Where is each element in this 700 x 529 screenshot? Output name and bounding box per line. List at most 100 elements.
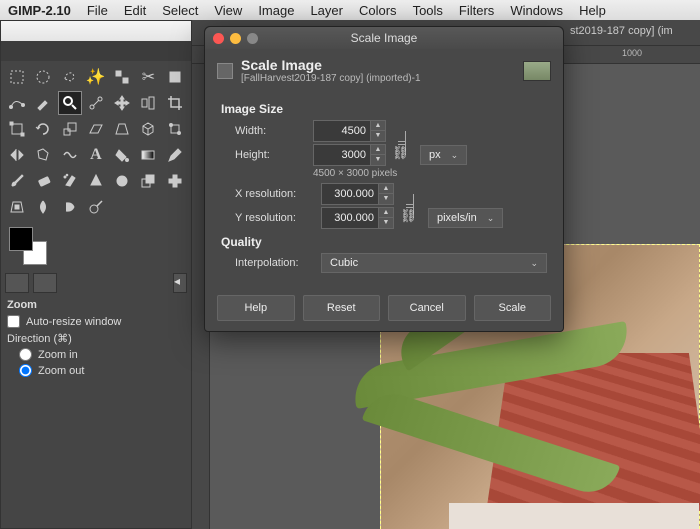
dialog-thumbnail [523, 61, 551, 81]
tool-paths[interactable] [5, 91, 29, 115]
menu-tools[interactable]: Tools [413, 3, 443, 18]
height-label: Height: [235, 149, 305, 161]
tool-shear[interactable] [84, 117, 108, 141]
chevron-down-icon: ⌄ [451, 150, 459, 161]
tool-3d-transform[interactable] [136, 117, 160, 141]
res-unit-select[interactable]: pixels/in⌄ [428, 208, 503, 228]
tool-unified-transform[interactable] [5, 117, 29, 141]
fg-bg-color[interactable] [9, 227, 59, 267]
tool-align[interactable] [136, 91, 160, 115]
scale-image-dialog: Scale Image Scale Image [FallHarvest2019… [204, 26, 564, 332]
tool-scale[interactable] [58, 117, 82, 141]
xres-down-icon[interactable]: ▼ [379, 194, 393, 204]
yres-input[interactable] [321, 207, 379, 229]
width-input[interactable] [313, 120, 371, 142]
menu-colors[interactable]: Colors [359, 3, 397, 18]
yres-down-icon[interactable]: ▼ [379, 218, 393, 228]
height-down-icon[interactable]: ▼ [371, 155, 385, 165]
auto-resize-checkbox[interactable] [7, 315, 20, 328]
chevron-down-icon: ⌄ [487, 213, 495, 224]
dialog-subtitle: [FallHarvest2019-187 copy] (imported)-1 [241, 73, 421, 84]
window-zoom-icon [247, 33, 258, 44]
menu-layer[interactable]: Layer [310, 3, 343, 18]
height-input[interactable] [313, 144, 371, 166]
menu-image[interactable]: Image [258, 3, 294, 18]
size-unit-select[interactable]: px⌄ [420, 145, 467, 165]
menu-file[interactable]: File [87, 3, 108, 18]
tool-dodge-burn[interactable] [84, 195, 108, 219]
interpolation-select[interactable]: Cubic⌄ [321, 253, 547, 273]
toolbox-window-header [1, 21, 191, 41]
tool-text[interactable]: A [84, 143, 108, 167]
tool-options-tab-2[interactable] [33, 273, 57, 293]
zoom-out-label: Zoom out [38, 365, 84, 377]
menu-select[interactable]: Select [162, 3, 198, 18]
tool-zoom[interactable] [58, 91, 82, 115]
help-button[interactable]: Help [217, 295, 295, 321]
tool-ink[interactable] [84, 169, 108, 193]
yres-label: Y resolution: [235, 212, 313, 224]
direction-label: Direction (⌘) [7, 332, 185, 345]
tool-rotate[interactable] [31, 117, 55, 141]
tool-pencil[interactable] [163, 143, 187, 167]
width-up-icon[interactable]: ▲ [371, 121, 385, 131]
chain-link-res-icon[interactable]: ⛓ [400, 208, 417, 224]
tool-options-tab[interactable] [5, 273, 29, 293]
tool-select-by-color[interactable] [110, 65, 134, 89]
menu-filters[interactable]: Filters [459, 3, 494, 18]
tool-flip[interactable] [5, 143, 29, 167]
tool-free-select[interactable] [58, 65, 82, 89]
tool-rect-select[interactable] [5, 65, 29, 89]
tool-warp[interactable] [58, 143, 82, 167]
menu-edit[interactable]: Edit [124, 3, 146, 18]
tab-menu-icon[interactable]: ◂ [173, 273, 187, 293]
reset-button[interactable]: Reset [303, 295, 381, 321]
tool-smudge[interactable] [58, 195, 82, 219]
scale-icon [217, 63, 233, 79]
menu-help[interactable]: Help [579, 3, 606, 18]
auto-resize-label: Auto-resize window [26, 316, 121, 328]
height-up-icon[interactable]: ▲ [371, 145, 385, 155]
tool-mypaint-brush[interactable] [110, 169, 134, 193]
width-down-icon[interactable]: ▼ [371, 131, 385, 141]
tool-options-title: Zoom [7, 299, 185, 311]
tool-ellipse-select[interactable] [31, 65, 55, 89]
dialog-title: Scale Image [241, 57, 421, 73]
zoom-in-radio[interactable] [19, 348, 32, 361]
tool-crop[interactable] [163, 91, 187, 115]
tool-perspective[interactable] [110, 117, 134, 141]
yres-up-icon[interactable]: ▲ [379, 208, 393, 218]
menu-view[interactable]: View [214, 3, 242, 18]
tool-foreground-select[interactable] [163, 65, 187, 89]
fg-color-swatch[interactable] [9, 227, 33, 251]
tool-clone[interactable] [136, 169, 160, 193]
tool-scissors[interactable]: ✂ [136, 65, 160, 89]
tool-options-panel: Zoom Auto-resize window Direction (⌘) Zo… [1, 293, 191, 386]
tool-gradient[interactable] [136, 143, 160, 167]
cancel-button[interactable]: Cancel [388, 295, 466, 321]
tool-measure[interactable] [84, 91, 108, 115]
dialog-titlebar[interactable]: Scale Image [205, 27, 563, 49]
menu-windows[interactable]: Windows [510, 3, 563, 18]
tool-heal[interactable] [163, 169, 187, 193]
chain-link-size-icon[interactable]: ⛓ [392, 145, 409, 161]
tool-fuzzy-select[interactable]: ✨ [84, 65, 108, 89]
tool-perspective-clone[interactable] [5, 195, 29, 219]
xres-up-icon[interactable]: ▲ [379, 184, 393, 194]
window-minimize-icon[interactable] [230, 33, 241, 44]
tool-blur-sharpen[interactable] [31, 195, 55, 219]
window-close-icon[interactable] [213, 33, 224, 44]
tool-move[interactable] [110, 91, 134, 115]
tool-airbrush[interactable] [58, 169, 82, 193]
tool-cage[interactable] [31, 143, 55, 167]
tool-color-picker[interactable] [31, 91, 55, 115]
tool-paintbrush[interactable] [5, 169, 29, 193]
tool-eraser[interactable] [31, 169, 55, 193]
tool-bucket-fill[interactable] [110, 143, 134, 167]
xres-label: X resolution: [235, 188, 313, 200]
xres-input[interactable] [321, 183, 379, 205]
zoom-out-radio[interactable] [19, 364, 32, 377]
scale-button[interactable]: Scale [474, 295, 552, 321]
tool-handle-transform[interactable] [163, 117, 187, 141]
tool-options-tabs: ◂ [1, 273, 191, 293]
